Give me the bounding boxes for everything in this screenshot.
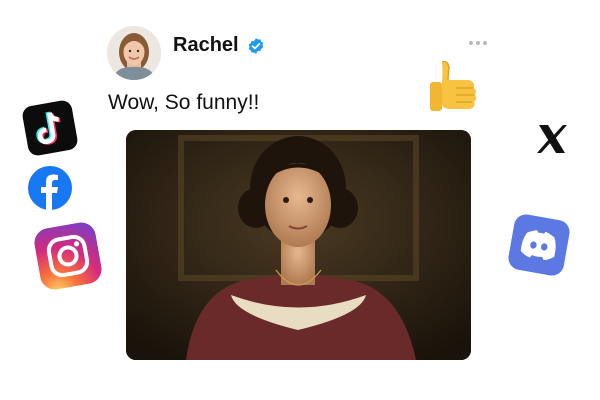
post-image[interactable] xyxy=(126,130,471,360)
instagram-icon[interactable] xyxy=(32,220,104,292)
social-post-card: Rachel Wow, So funny!! xyxy=(0,0,600,400)
author-avatar[interactable] xyxy=(107,26,161,80)
post-text: Wow, So funny!! xyxy=(108,91,260,114)
tiktok-icon[interactable] xyxy=(21,99,79,157)
facebook-icon[interactable] xyxy=(28,166,72,210)
more-options-icon[interactable] xyxy=(469,38,493,48)
x-icon[interactable] xyxy=(533,120,571,158)
thumbs-up-icon xyxy=(430,60,477,111)
avatar-image xyxy=(107,26,161,80)
portrait-painting xyxy=(126,130,471,360)
verified-badge-icon xyxy=(248,38,264,54)
author-name[interactable]: Rachel xyxy=(173,34,239,57)
discord-icon[interactable] xyxy=(506,212,572,278)
